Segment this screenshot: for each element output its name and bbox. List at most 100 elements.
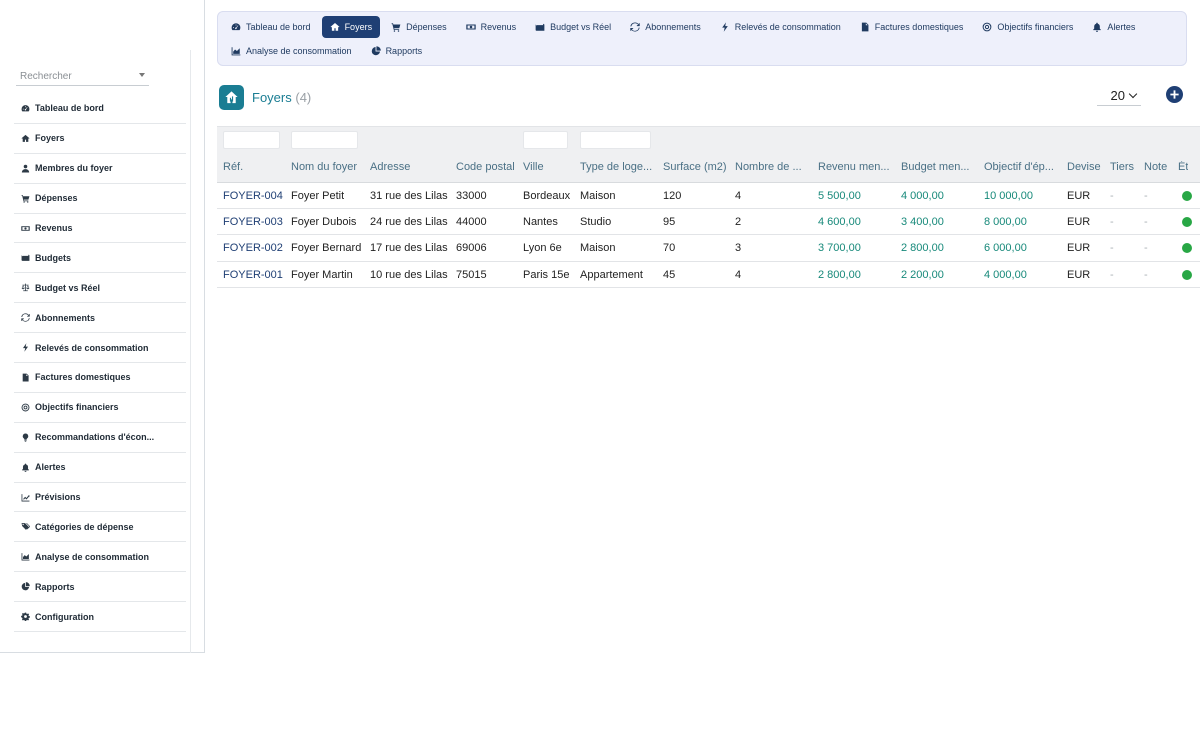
- sidebar-item-area-chart[interactable]: Analyse de consommation: [14, 542, 186, 573]
- top-navigation-row-2: Analyse de consommation Rapports: [223, 40, 433, 62]
- column-header[interactable]: Adresse: [370, 161, 410, 173]
- table-row[interactable]: FOYER-002 Foyer Bernard 17 rue des Lilas 69…: [217, 235, 1200, 262]
- table-cell: -: [1144, 268, 1148, 281]
- tab-pie-chart[interactable]: Rapports: [363, 40, 431, 62]
- page-size-select[interactable]: 20: [1097, 86, 1141, 106]
- sidebar-item-wallet[interactable]: Budgets: [14, 243, 186, 274]
- pie-chart-icon: [371, 46, 381, 56]
- table-cell: Paris 15e: [523, 268, 570, 281]
- filter-name[interactable]: [291, 131, 358, 149]
- sidebar-item-trend[interactable]: Prévisions: [14, 483, 186, 513]
- column-header[interactable]: Type de loge...: [580, 161, 652, 173]
- pie-chart-icon: [20, 582, 30, 592]
- sidebar-item-pie-chart[interactable]: Rapports: [14, 572, 186, 603]
- table-cell: -: [1144, 242, 1148, 254]
- table-row[interactable]: FOYER-004 Foyer Petit 31 rue des Lilas 3300…: [217, 182, 1200, 209]
- invoice-icon: [22, 373, 29, 382]
- sidebar-item-tags[interactable]: Catégories de dépense: [14, 512, 186, 543]
- column-header[interactable]: Surface (m2): [663, 161, 727, 173]
- add-record-button[interactable]: [1166, 86, 1183, 103]
- tab-home[interactable]: Foyers: [321, 16, 381, 38]
- column-header[interactable]: Ét: [1178, 161, 1188, 173]
- status-indicator: [1182, 216, 1192, 227]
- page-size-value: 20: [1110, 88, 1125, 103]
- table-cell: 120: [663, 190, 682, 202]
- tab-wallet[interactable]: Budget vs Réel: [527, 16, 619, 38]
- table-cell: 4 600,00: [818, 215, 861, 228]
- tab-area-chart[interactable]: Analyse de consommation: [223, 40, 360, 62]
- sidebar-item-invoice[interactable]: Factures domestiques: [14, 363, 186, 393]
- table-cell: 4: [735, 190, 742, 202]
- sidebar-item-money[interactable]: Revenus: [14, 214, 186, 244]
- tab-sync[interactable]: Abonnements: [622, 16, 709, 38]
- wallet-icon: [535, 22, 545, 32]
- table-cell: Bordeaux: [523, 190, 571, 202]
- table-cell: 33000: [456, 190, 487, 202]
- record-ref-link[interactable]: FOYER-004: [223, 190, 283, 202]
- search-box[interactable]: [16, 66, 149, 86]
- table-cell: EUR: [1067, 215, 1091, 228]
- tab-cart[interactable]: Dépenses: [383, 16, 455, 38]
- table-cell: 3 400,00: [901, 215, 944, 228]
- tab-money[interactable]: Revenus: [458, 16, 525, 38]
- sidebar-item-cart[interactable]: Dépenses: [14, 184, 186, 214]
- table-cell: -: [1110, 242, 1114, 254]
- column-header[interactable]: Réf.: [223, 161, 243, 173]
- record-ref-link[interactable]: FOYER-001: [223, 269, 283, 281]
- sidebar-item-label: Tableau de bord: [35, 103, 104, 114]
- table-cell: Nantes: [523, 215, 558, 228]
- sidebar-item-lightbulb[interactable]: Recommandations d'écon...: [14, 423, 186, 453]
- column-header[interactable]: Objectif d'ép...: [984, 161, 1054, 173]
- column-header[interactable]: Budget men...: [901, 161, 970, 173]
- sidebar-item-home[interactable]: Foyers: [14, 124, 186, 154]
- tab-bell[interactable]: Alertes: [1084, 16, 1143, 38]
- home-icon: [330, 22, 340, 32]
- table-cell: 2 200,00: [901, 268, 944, 281]
- column-header[interactable]: Ville: [523, 161, 544, 173]
- column-header[interactable]: Revenu men...: [818, 161, 890, 173]
- table-cell: 4 000,00: [901, 190, 944, 202]
- balance-icon: [21, 283, 29, 292]
- column-header[interactable]: Nombre de ...: [735, 161, 802, 173]
- column-header[interactable]: Devise: [1067, 161, 1101, 173]
- column-header[interactable]: Tiers: [1110, 161, 1134, 173]
- sidebar-item-balance[interactable]: Budget vs Réel: [14, 273, 186, 304]
- search-dropdown-caret-icon[interactable]: [139, 73, 145, 77]
- tab-dashboard[interactable]: Tableau de bord: [223, 16, 319, 38]
- user-icon: [20, 163, 30, 173]
- tab-label: Objectifs financiers: [997, 22, 1074, 32]
- tab-target[interactable]: Objectifs financiers: [974, 16, 1081, 38]
- sidebar-item-label: Abonnements: [35, 312, 96, 323]
- column-header[interactable]: Note: [1144, 161, 1167, 173]
- filter-ref[interactable]: [223, 131, 280, 149]
- search-input[interactable]: [16, 67, 131, 86]
- tab-invoice[interactable]: Factures domestiques: [852, 16, 972, 38]
- sidebar-item-user[interactable]: Membres du foyer: [14, 154, 186, 184]
- target-icon: [21, 403, 29, 412]
- filter-city[interactable]: [523, 131, 568, 149]
- column-header[interactable]: Code postal: [456, 161, 515, 173]
- filter-housing-type[interactable]: [580, 131, 651, 149]
- tab-label: Revenus: [480, 22, 517, 32]
- table-cell: -: [1144, 190, 1148, 202]
- home-icon: [21, 134, 29, 142]
- sidebar-item-label: Objectifs financiers: [35, 402, 119, 413]
- record-ref-link[interactable]: FOYER-003: [223, 216, 283, 228]
- record-ref-link[interactable]: FOYER-002: [223, 242, 283, 254]
- dashboard-icon: [20, 103, 30, 113]
- sidebar-item-label: Rapports: [35, 581, 75, 592]
- table-cell: 2 800,00: [818, 268, 861, 281]
- table-cell: 45: [663, 268, 676, 281]
- sidebar-item-dashboard[interactable]: Tableau de bord: [14, 94, 186, 124]
- sidebar-item-sync[interactable]: Abonnements: [14, 303, 186, 334]
- table-row[interactable]: FOYER-001 Foyer Martin 10 rue des Lilas 750…: [217, 262, 1200, 288]
- table-row[interactable]: FOYER-003 Foyer Dubois 24 rue des Lilas 440…: [217, 209, 1200, 235]
- sidebar-item-bell[interactable]: Alertes: [14, 453, 186, 483]
- column-header[interactable]: Nom du foyer: [291, 161, 357, 173]
- tab-label: Factures domestiques: [874, 22, 964, 32]
- sidebar-item-gear[interactable]: Configuration: [14, 602, 186, 633]
- sidebar-item-target[interactable]: Objectifs financiers: [14, 393, 186, 423]
- table-cell: EUR: [1067, 268, 1091, 281]
- sidebar-item-bolt[interactable]: Relevés de consommation: [14, 333, 186, 364]
- tab-bolt[interactable]: Relevés de consommation: [712, 16, 849, 38]
